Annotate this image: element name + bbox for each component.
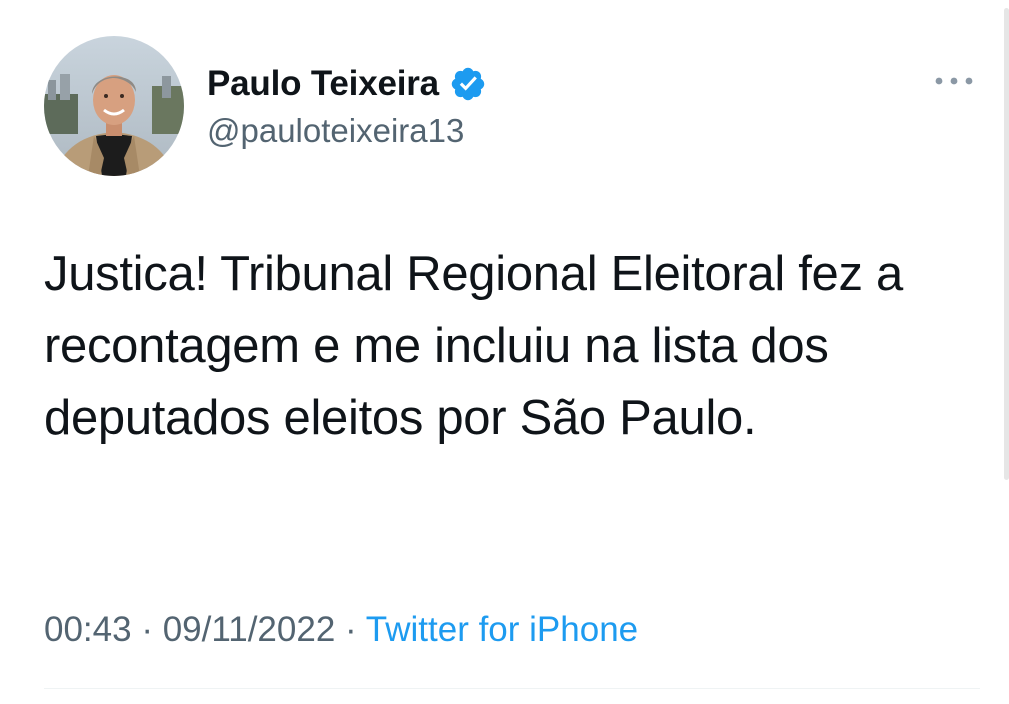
meta-separator: · [141,610,153,649]
author-handle[interactable]: @pauloteixeira13 [207,112,464,150]
verified-badge-icon [449,65,487,103]
meta-separator: · [345,610,357,649]
display-name[interactable]: Paulo Teixeira [207,64,439,104]
tweet: Paulo Teixeira @pauloteixeira13 Justica!… [0,0,1009,704]
more-options-icon[interactable] [930,66,978,96]
divider [44,688,980,689]
avatar[interactable] [44,36,184,176]
author-name-row[interactable]: Paulo Teixeira [207,60,487,108]
tweet-date[interactable]: 09/11/2022 [163,610,336,649]
tweet-source-link[interactable]: Twitter for iPhone [366,610,638,649]
tweet-metadata: 00:43 · 09/11/2022 · Twitter for iPhone [44,610,638,650]
tweet-text: Justica! Tribunal Regional Eleitoral fez… [44,247,903,445]
avatar-photo [44,36,184,176]
tweet-time[interactable]: 00:43 [44,610,132,649]
scrollbar[interactable] [1004,8,1009,480]
